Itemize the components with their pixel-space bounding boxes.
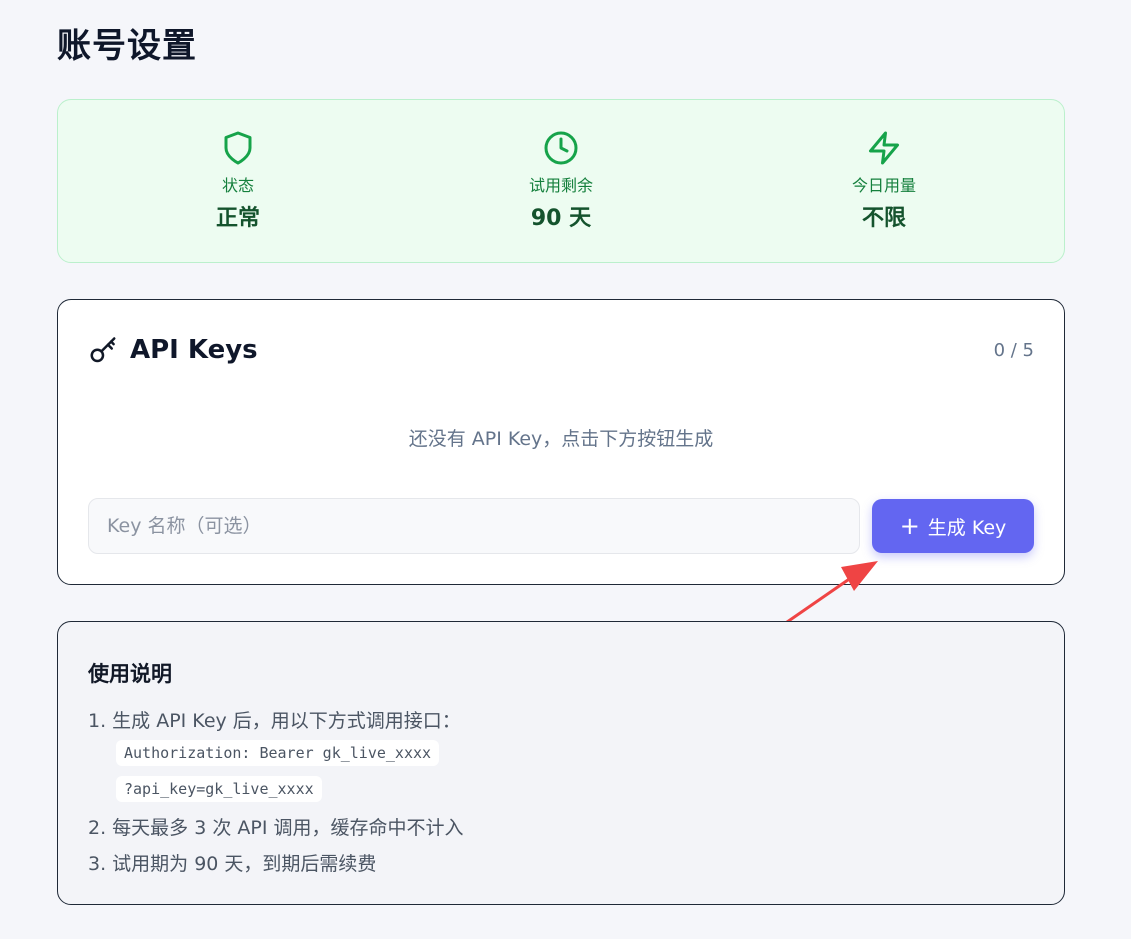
- usage-line: 2. 每天最多 3 次 API 调用，缓存命中不计入: [88, 817, 464, 839]
- plus-icon: +: [899, 512, 920, 540]
- stat-label: 状态: [221, 176, 254, 195]
- account-settings-page: 账号设置 状态 正常 试用剩余 90 天 今日用量 不限 API Keys 0 …: [0, 0, 1131, 939]
- stat-value: 正常: [215, 206, 260, 231]
- usage-line: 1. 生成 API Key 后，用以下方式调用接口：: [88, 710, 461, 732]
- api-keys-card: API Keys 0 / 5 还没有 API Key，点击下方按钮生成 + 生成…: [57, 299, 1065, 585]
- shield-icon: [224, 131, 252, 165]
- stat-today-usage: 今日用量 不限: [784, 130, 984, 232]
- stat-label: 今日用量: [851, 176, 916, 195]
- page-title: 账号设置: [57, 26, 197, 66]
- stat-status: 状态 正常: [138, 130, 338, 232]
- generate-key-button[interactable]: + 生成 Key: [872, 499, 1034, 553]
- stat-label: 试用剩余: [528, 176, 593, 195]
- stat-value: 90 天: [530, 206, 592, 231]
- usage-line: 3. 试用期为 90 天，到期后需续费: [88, 853, 377, 875]
- api-keys-count: 0 / 5: [993, 340, 1034, 361]
- lightning-icon: [869, 131, 899, 165]
- stat-trial-remaining: 试用剩余 90 天: [461, 130, 661, 232]
- generate-key-label: 生成 Key: [927, 516, 1007, 539]
- code-snippet: ?api_key=gk_live_xxxx: [116, 776, 322, 802]
- usage-title: 使用说明: [88, 662, 172, 686]
- api-keys-title: API Keys: [130, 335, 258, 365]
- clock-icon: [544, 131, 578, 165]
- usage-card: 使用说明 1. 生成 API Key 后，用以下方式调用接口： Authoriz…: [57, 621, 1065, 905]
- status-card: 状态 正常 试用剩余 90 天 今日用量 不限: [57, 99, 1065, 263]
- key-name-input[interactable]: [88, 498, 860, 554]
- key-icon: [90, 337, 116, 363]
- code-snippet: Authorization: Bearer gk_live_xxxx: [116, 740, 440, 766]
- empty-state-text: 还没有 API Key，点击下方按钮生成: [408, 428, 714, 450]
- stat-value: 不限: [861, 206, 906, 231]
